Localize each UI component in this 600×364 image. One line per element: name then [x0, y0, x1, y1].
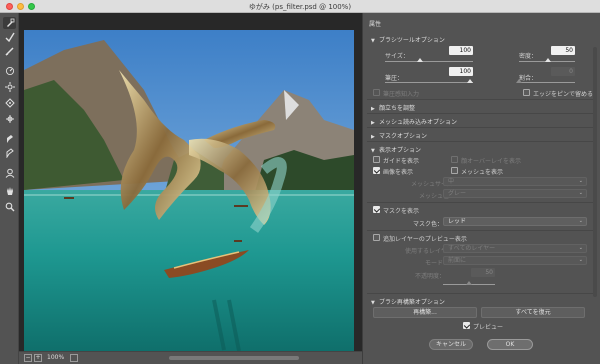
opacity-label: 不透明度： [415, 273, 446, 280]
title-bar: ゆがみ (ps_filter.psd @ 100%) [0, 0, 600, 13]
divider [367, 113, 593, 114]
chevron-down-icon: ⌄ [578, 218, 583, 224]
reconstruct-button[interactable]: 再構築... [373, 307, 477, 318]
mesh-color-select[interactable]: グレー ⌄ [443, 189, 587, 198]
show-mask-checkbox[interactable] [373, 206, 380, 213]
window-title: ゆがみ (ps_filter.psd @ 100%) [248, 3, 352, 11]
preview-canvas[interactable] [19, 13, 362, 351]
push-left-tool-icon[interactable] [3, 113, 16, 125]
size-slider[interactable] [385, 61, 473, 62]
hand-tool-icon[interactable] [3, 185, 16, 197]
zoom-tool-icon[interactable] [3, 201, 16, 213]
show-mask-label: マスクを表示 [383, 208, 420, 215]
pressure-slider[interactable] [385, 82, 473, 83]
show-image-label: 画像を表示 [383, 169, 414, 176]
properties-panel: 属性 ▼ ブラシツールオプション サイズ： 100 密度： 50 筆圧： 100 … [362, 13, 600, 364]
chevron-down-icon: ▼ [371, 300, 375, 306]
divider [367, 293, 593, 294]
size-label: サイズ： [385, 53, 409, 60]
show-image-checkbox[interactable] [373, 167, 380, 174]
ok-button[interactable]: OK [487, 339, 533, 350]
chevron-right-icon: ▶ [371, 106, 375, 112]
zoom-level: 100% [47, 354, 65, 361]
smooth-tool-icon[interactable] [3, 45, 16, 57]
section-mask-options[interactable]: ▶ マスクオプション [371, 131, 427, 140]
chevron-down-icon: ▼ [371, 148, 375, 154]
twirl-clockwise-tool-icon[interactable] [3, 65, 16, 77]
show-guides-checkbox[interactable] [373, 156, 380, 163]
panel-scrollbar[interactable] [593, 47, 597, 297]
divider [367, 141, 593, 142]
size-slider-thumb[interactable] [417, 58, 423, 62]
show-face-overlay-label: 顔オーバーレイを表示 [461, 158, 521, 165]
mask-color-select[interactable]: レッド ⌄ [443, 217, 587, 226]
show-mesh-label: メッシュを表示 [461, 169, 504, 176]
freeze-mask-tool-icon[interactable] [3, 133, 16, 145]
divider [367, 202, 593, 203]
zoom-dropdown[interactable] [70, 354, 78, 362]
chevron-down-icon: ▼ [371, 38, 375, 44]
stylus-pressure-label: 筆圧感知入力 [383, 91, 420, 98]
section-brush-tool-options[interactable]: ▼ ブラシツールオプション [371, 35, 445, 44]
stylus-pressure-checkbox[interactable] [373, 89, 380, 96]
reconstruct-tool-icon[interactable] [3, 31, 16, 43]
mask-color-label: マスク色： [413, 221, 444, 228]
pressure-slider-thumb[interactable] [467, 79, 473, 83]
section-face-aware[interactable]: ▶ 顔立ちを調整 [371, 103, 415, 112]
cancel-button[interactable]: キャンセル [429, 339, 473, 350]
mesh-size-select[interactable]: 中 ⌄ [443, 177, 587, 186]
pucker-tool-icon[interactable] [3, 81, 16, 93]
chevron-down-icon: ⌄ [578, 257, 583, 263]
show-mesh-checkbox[interactable] [451, 167, 458, 174]
divider [367, 127, 593, 128]
show-backdrop-label: 追加レイヤーのプレビュー表示 [383, 236, 467, 243]
section-brush-reconstruct-options[interactable]: ▼ ブラシ再構築オプション [371, 297, 445, 306]
preview-label: プレビュー [473, 324, 504, 331]
chevron-down-icon: ⌄ [578, 190, 583, 196]
opacity-input[interactable]: 50 [471, 268, 495, 277]
density-input[interactable]: 50 [551, 46, 575, 55]
chevron-right-icon: ▶ [371, 134, 375, 140]
zoom-in-button[interactable]: + [34, 354, 42, 362]
density-slider-thumb[interactable] [545, 58, 551, 62]
chevron-right-icon: ▶ [371, 120, 375, 126]
restore-all-button[interactable]: すべてを復元 [481, 307, 585, 318]
preview-checkbox[interactable] [463, 322, 470, 329]
thaw-mask-tool-icon[interactable] [3, 147, 16, 159]
zoom-out-button[interactable]: − [24, 354, 32, 362]
pressure-input[interactable]: 100 [449, 67, 473, 76]
pin-edges-label: エッジをピンで留める [533, 91, 594, 98]
liquify-toolbar [0, 13, 19, 364]
status-bar: − + 100% [19, 351, 362, 364]
density-label: 密度： [519, 53, 538, 60]
chevron-down-icon: ⌄ [578, 178, 583, 184]
show-face-overlay-checkbox[interactable] [451, 156, 458, 163]
show-guides-label: ガイドを表示 [383, 158, 420, 165]
face-tool-icon[interactable] [3, 167, 16, 179]
chevron-down-icon: ⌄ [578, 245, 583, 251]
forward-warp-tool-icon[interactable] [3, 17, 16, 29]
rate-input[interactable]: 0 [551, 67, 575, 76]
section-view-options[interactable]: ▼ 表示オプション [371, 145, 421, 154]
show-backdrop-checkbox[interactable] [373, 234, 380, 241]
section-mesh-load-options[interactable]: ▶ メッシュ読み込みオプション [371, 117, 457, 126]
preview-image[interactable] [24, 30, 354, 351]
use-layer-select[interactable]: すべてのレイヤー ⌄ [443, 244, 587, 253]
rate-slider-thumb[interactable] [516, 79, 522, 83]
rate-slider[interactable] [519, 82, 575, 83]
pressure-label: 筆圧： [385, 75, 404, 82]
mode-select[interactable]: 前面に ⌄ [443, 256, 587, 265]
divider [367, 99, 593, 100]
divider [367, 230, 593, 231]
size-input[interactable]: 100 [449, 46, 473, 55]
panel-title: 属性 [369, 21, 382, 28]
bloat-tool-icon[interactable] [3, 97, 16, 109]
pin-edges-checkbox[interactable] [523, 89, 530, 96]
horizontal-scrollbar[interactable] [169, 356, 299, 360]
opacity-slider-thumb[interactable] [466, 281, 472, 285]
